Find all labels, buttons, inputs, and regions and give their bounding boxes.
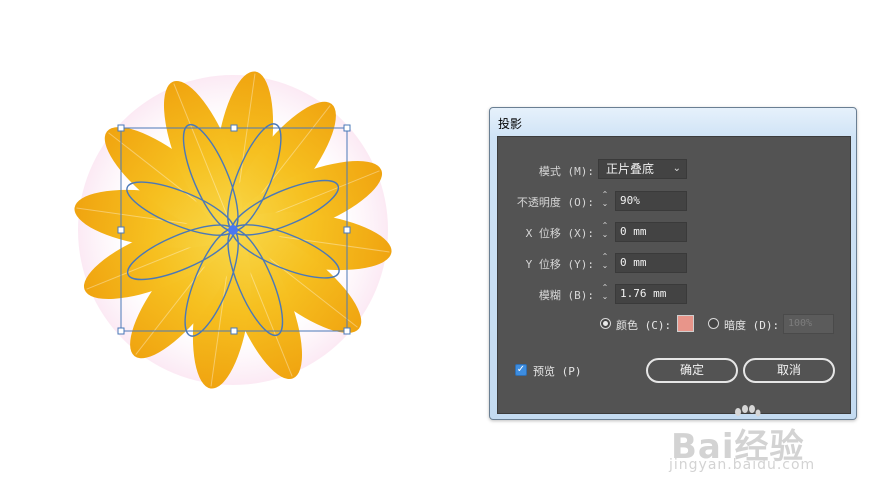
darkness-radio[interactable] (708, 318, 719, 329)
blur-field: ⌃ ⌄ 1.76 mm (598, 284, 687, 304)
flower-artwork[interactable] (0, 0, 480, 498)
color-radio[interactable] (600, 318, 611, 329)
dialog-body: 模式 (M): 正片叠底 ⌄ 不透明度 (O): ⌃ ⌄ 90% X 位移 (X)… (497, 136, 851, 414)
x-offset-label: X 位移 (X): (525, 227, 594, 240)
preview-label: 预览 (P) (533, 365, 582, 378)
y-offset-stepper[interactable]: ⌃ ⌄ (598, 253, 612, 273)
color-label: 颜色 (C): (616, 319, 672, 332)
mode-select[interactable]: 正片叠底 ⌄ (598, 159, 687, 179)
handle-top-right[interactable] (343, 124, 351, 132)
handle-middle-left[interactable] (117, 226, 125, 234)
opacity-label: 不透明度 (O): (516, 196, 594, 209)
shadow-color-swatch[interactable] (677, 315, 694, 332)
y-offset-label: Y 位移 (Y): (525, 258, 594, 271)
ok-button[interactable]: 确定 (646, 358, 738, 383)
y-offset-input[interactable]: 0 mm (615, 253, 687, 273)
opacity-stepper[interactable]: ⌃ ⌄ (598, 191, 612, 211)
baidu-watermark: Bai经验 jingyan.baidu.com (665, 405, 835, 485)
handle-middle-right[interactable] (343, 226, 351, 234)
x-offset-input[interactable]: 0 mm (615, 222, 687, 242)
darkness-input: 100% (783, 314, 834, 334)
cancel-button[interactable]: 取消 (743, 358, 835, 383)
handle-bottom-left[interactable] (117, 327, 125, 335)
center-point (228, 225, 238, 235)
opacity-input[interactable]: 90% (615, 191, 687, 211)
preview-checkbox[interactable]: ✓ (515, 364, 527, 376)
drop-shadow-dialog: 投影 模式 (M): 正片叠底 ⌄ 不透明度 (O): ⌃ ⌄ 90% X 位移 … (489, 107, 857, 420)
chevron-down-icon: ⌄ (672, 163, 681, 174)
blur-label: 模糊 (B): (538, 289, 594, 302)
dialog-title: 投影 (498, 117, 523, 131)
handle-top-left[interactable] (117, 124, 125, 132)
handle-bottom-right[interactable] (343, 327, 351, 335)
blur-input[interactable]: 1.76 mm (615, 284, 687, 304)
darkness-label: 暗度 (D): (724, 319, 780, 332)
mode-value: 正片叠底 (606, 162, 655, 176)
y-offset-field: ⌃ ⌄ 0 mm (598, 253, 687, 273)
opacity-field: ⌃ ⌄ 90% (598, 191, 687, 211)
x-offset-field: ⌃ ⌄ 0 mm (598, 222, 687, 242)
mode-label: 模式 (M): (538, 165, 594, 178)
x-offset-stepper[interactable]: ⌃ ⌄ (598, 222, 612, 242)
watermark-url: jingyan.baidu.com (669, 457, 816, 473)
handle-top-center[interactable] (230, 124, 238, 132)
blur-stepper[interactable]: ⌃ ⌄ (598, 284, 612, 304)
handle-bottom-center[interactable] (230, 327, 238, 335)
